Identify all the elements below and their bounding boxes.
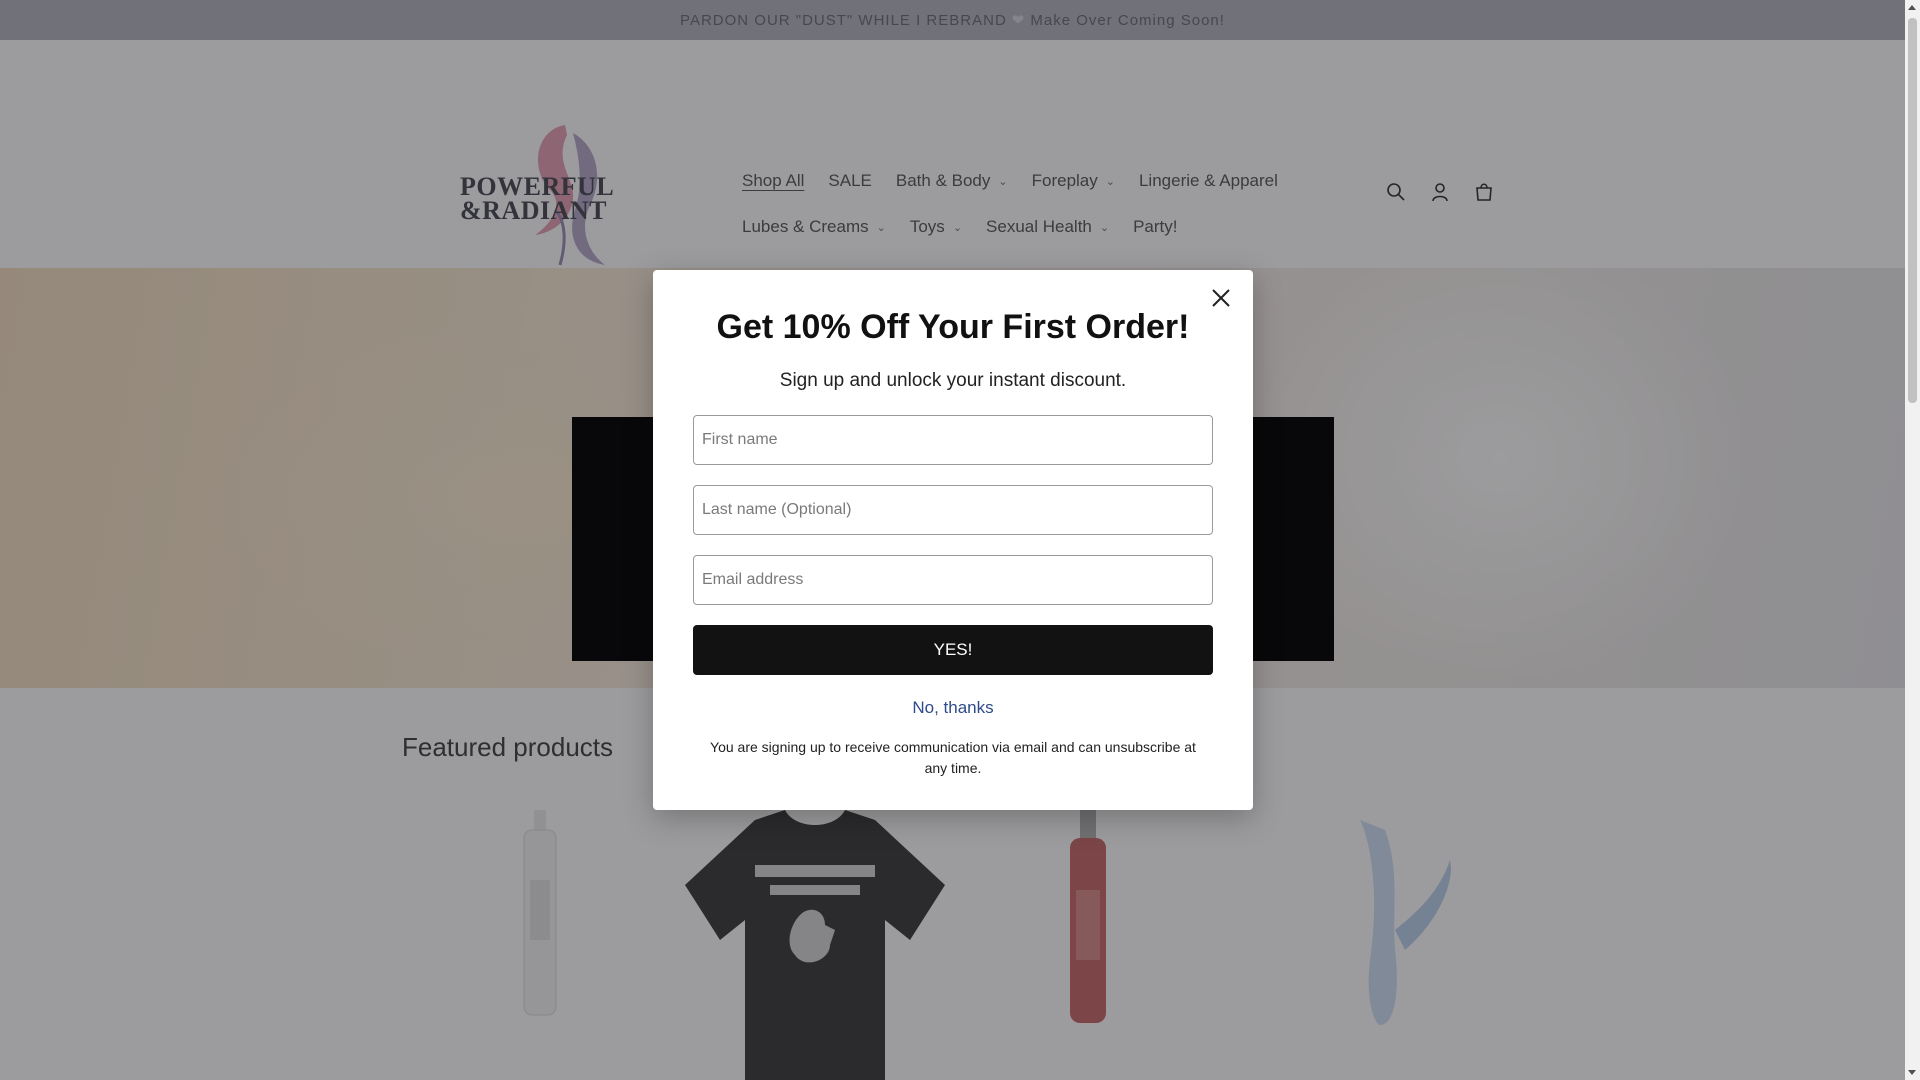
- popup-disclaimer: You are signing up to receive communicat…: [710, 739, 1196, 776]
- scroll-thumb[interactable]: [1908, 18, 1917, 403]
- last-name-field[interactable]: [693, 485, 1213, 535]
- submit-button[interactable]: YES!: [693, 625, 1213, 675]
- page-scrollbar[interactable]: [1905, 0, 1920, 1080]
- popup-title: Get 10% Off Your First Order!: [716, 308, 1190, 346]
- first-name-field[interactable]: [693, 415, 1213, 465]
- scroll-down-arrow[interactable]: [1908, 1070, 1916, 1075]
- decline-link[interactable]: No, thanks: [653, 698, 1253, 718]
- scroll-up-arrow[interactable]: [1908, 5, 1916, 10]
- email-field[interactable]: [693, 555, 1213, 605]
- close-icon: [1212, 289, 1230, 307]
- signup-popup: Get 10% Off Your First Order! Sign up an…: [653, 270, 1253, 810]
- popup-subtitle: Sign up and unlock your instant discount…: [779, 370, 1127, 391]
